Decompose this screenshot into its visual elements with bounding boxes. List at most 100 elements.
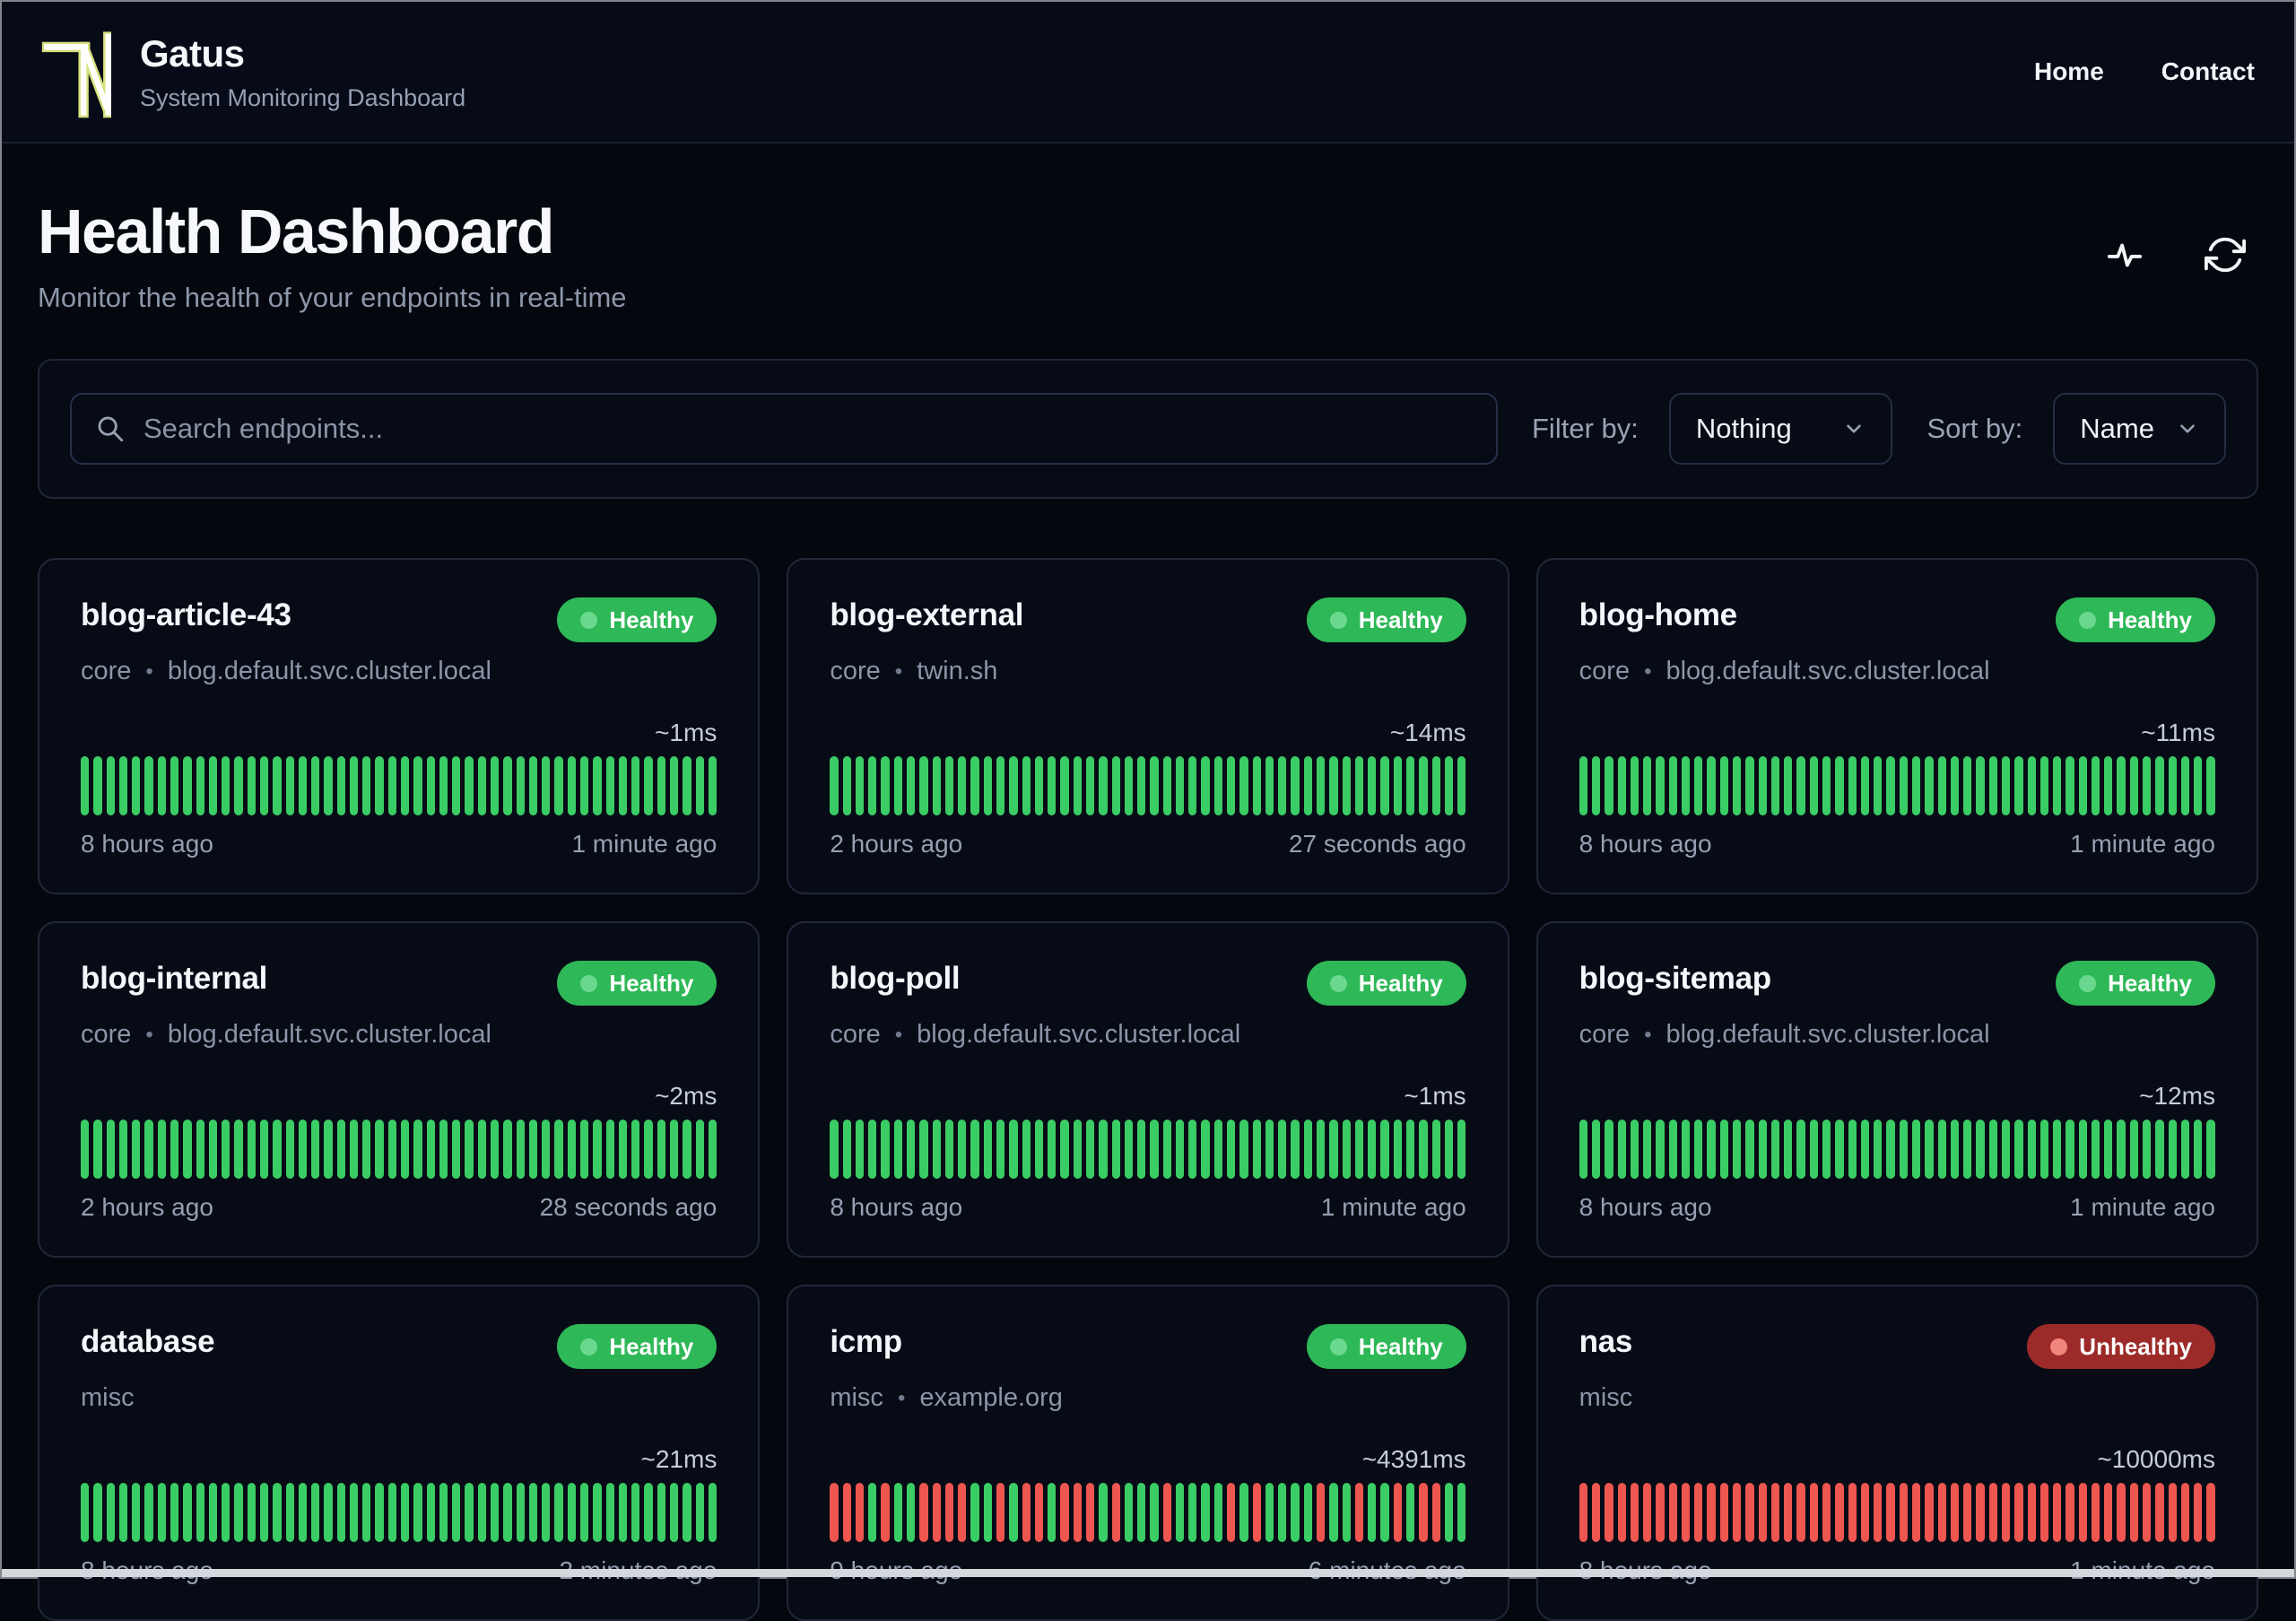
uptime-bar-up xyxy=(1444,756,1454,815)
page-title: Health Dashboard xyxy=(38,196,554,266)
uptime-bar-up xyxy=(657,1483,665,1542)
uptime-bar-up xyxy=(1950,756,1960,815)
uptime-bar-up xyxy=(2078,756,2087,815)
uptime-bar-up xyxy=(387,756,397,815)
uptime-bar-up xyxy=(2066,756,2074,815)
uptime-bar-up xyxy=(893,1483,903,1542)
uptime-bar-up xyxy=(1354,1120,1364,1179)
uptime-bar-up xyxy=(324,1483,333,1542)
oldest-timestamp: 8 hours ago xyxy=(830,1193,963,1221)
uptime-bar-up xyxy=(81,756,90,815)
uptime-bar-down xyxy=(1874,1483,1883,1542)
endpoint-meta: misc xyxy=(81,1383,717,1413)
refresh-icon[interactable] xyxy=(2205,234,2246,275)
endpoint-meta: misc • example.org xyxy=(830,1383,1465,1413)
search-box[interactable] xyxy=(70,393,1498,465)
uptime-bar-up xyxy=(1227,1120,1236,1179)
uptime-bar-up xyxy=(1278,1120,1287,1179)
uptime-bar-up xyxy=(183,756,192,815)
sort-select[interactable]: Name xyxy=(2053,393,2226,465)
uptime-bar-up xyxy=(118,1120,128,1179)
uptime-bar-up xyxy=(2180,756,2190,815)
uptime-bar-up xyxy=(1758,1120,1767,1179)
uptime-bar-up xyxy=(362,756,371,815)
nav-link-home[interactable]: Home xyxy=(2034,57,2104,86)
activity-icon[interactable] xyxy=(2104,234,2145,275)
uptime-bar-up xyxy=(1457,1483,1466,1542)
uptime-bar-up xyxy=(2078,1120,2087,1179)
uptime-bar-chart xyxy=(81,1483,718,1542)
uptime-bar-up xyxy=(1239,756,1248,815)
uptime-bar-up xyxy=(1578,756,1587,815)
uptime-bar-up xyxy=(516,756,525,815)
endpoint-card[interactable]: blog-external Healthy core • twin.sh ~14… xyxy=(787,558,1509,894)
uptime-bar-up xyxy=(1048,756,1057,815)
brand: Gatus System Monitoring Dashboard xyxy=(41,22,465,122)
uptime-bar-up xyxy=(554,756,563,815)
uptime-bar-up xyxy=(106,1120,115,1179)
card-header: blog-article-43 Healthy xyxy=(81,597,718,642)
status-badge: Unhealthy xyxy=(2027,1324,2215,1369)
meta-separator: • xyxy=(894,658,903,684)
uptime-bar-up xyxy=(1124,1120,1134,1179)
card-footer: 8 hours ago 1 minute ago xyxy=(830,1193,1465,1222)
oldest-timestamp: 2 hours ago xyxy=(81,1193,213,1221)
uptime-bar-up xyxy=(324,1120,333,1179)
uptime-bar-up xyxy=(1809,756,1818,815)
uptime-bar-down xyxy=(1022,1483,1031,1542)
uptime-bar-up xyxy=(708,756,718,815)
uptime-bar-up xyxy=(618,1120,628,1179)
uptime-bar-up xyxy=(2194,756,2203,815)
uptime-bar-up xyxy=(2001,756,2011,815)
search-input[interactable] xyxy=(144,413,1473,445)
uptime-bar-down xyxy=(1252,1483,1261,1542)
uptime-bar-up xyxy=(1380,756,1389,815)
uptime-bar-up xyxy=(1874,1120,1883,1179)
uptime-bar-up xyxy=(170,756,179,815)
endpoint-card[interactable]: blog-home Healthy core • blog.default.sv… xyxy=(1535,558,2258,894)
uptime-bar-up xyxy=(1809,1120,1818,1179)
uptime-bar-up xyxy=(605,756,614,815)
endpoint-card[interactable]: blog-poll Healthy core • blog.default.sv… xyxy=(787,921,1509,1258)
card-header: blog-sitemap Healthy xyxy=(1579,961,2215,1006)
filter-select[interactable]: Nothing xyxy=(1668,393,1893,465)
uptime-bar-up xyxy=(1342,1483,1351,1542)
nav-link-contact[interactable]: Contact xyxy=(2161,57,2255,86)
uptime-bar-up xyxy=(970,756,979,815)
uptime-bar-up xyxy=(1419,1120,1428,1179)
page-header: Health Dashboard Monitor the health of y… xyxy=(38,196,2258,314)
uptime-bar-up xyxy=(1405,1483,1415,1542)
uptime-bar-up xyxy=(1201,1120,1210,1179)
oldest-timestamp: 8 hours ago xyxy=(81,830,213,858)
uptime-bar-up xyxy=(579,1120,589,1179)
uptime-bar-down xyxy=(1988,1483,1997,1542)
uptime-bar-up xyxy=(1444,1120,1454,1179)
uptime-bar-up xyxy=(2168,1120,2177,1179)
uptime-bar-up xyxy=(1733,756,1742,815)
uptime-bar-up xyxy=(2206,1120,2215,1179)
uptime-bar-up xyxy=(298,756,308,815)
uptime-bar-up xyxy=(1758,756,1767,815)
uptime-bar-up xyxy=(81,1120,90,1179)
endpoint-card[interactable]: blog-sitemap Healthy core • blog.default… xyxy=(1535,921,2258,1258)
uptime-bar-up xyxy=(944,1120,954,1179)
uptime-bar-down xyxy=(2206,1483,2215,1542)
endpoint-card[interactable]: blog-article-43 Healthy core • blog.defa… xyxy=(38,558,761,894)
uptime-bar-up xyxy=(932,756,941,815)
endpoint-card[interactable]: blog-internal Healthy core • blog.defaul… xyxy=(38,921,761,1258)
endpoint-name: icmp xyxy=(830,1324,902,1359)
uptime-bar-up xyxy=(1175,1120,1185,1179)
uptime-bar-up xyxy=(132,1120,141,1179)
status-label: Healthy xyxy=(1358,1332,1443,1360)
uptime-bar-up xyxy=(1937,756,1946,815)
status-label: Healthy xyxy=(609,606,694,633)
uptime-bar-up xyxy=(1707,1120,1716,1179)
uptime-bar-up xyxy=(503,1483,512,1542)
uptime-bar-down xyxy=(1770,1483,1780,1542)
uptime-bar-up xyxy=(1137,1483,1146,1542)
endpoint-name: nas xyxy=(1578,1324,1633,1359)
uptime-bar-up xyxy=(1291,756,1300,815)
uptime-bar-up xyxy=(1111,756,1120,815)
uptime-bar-down xyxy=(1976,1483,1985,1542)
uptime-bar-up xyxy=(2129,1120,2139,1179)
